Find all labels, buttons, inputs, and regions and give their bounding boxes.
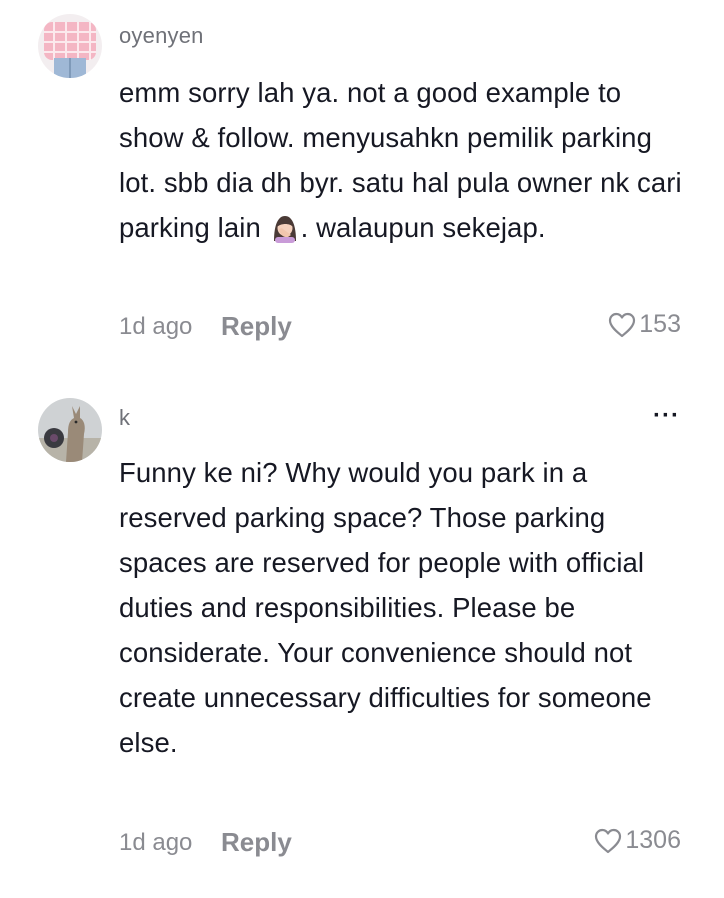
woman-facepalming-emoji (273, 216, 296, 243)
reply-button[interactable]: Reply (221, 827, 292, 858)
heart-outline-icon (595, 828, 622, 853)
timestamp: 1d ago (119, 313, 193, 340)
comment-text-part: . walaupun sekejap. (300, 212, 546, 243)
like-button[interactable]: 1306 (594, 826, 681, 855)
timestamp: 1d ago (119, 829, 193, 856)
like-button[interactable]: 153 (608, 310, 681, 339)
username[interactable]: k (119, 405, 130, 431)
avatar-image (38, 14, 102, 78)
username[interactable]: oyenyen (119, 23, 204, 49)
avatar-image (38, 398, 102, 462)
comment-text: Funny ke ni? Why would you park in a res… (119, 457, 652, 758)
avatar[interactable] (38, 398, 102, 462)
like-count: 153 (639, 310, 681, 338)
reply-button[interactable]: Reply (221, 311, 292, 342)
heart-outline-icon (609, 312, 636, 337)
comment-text: emm sorry lah ya. not a good example to … (119, 70, 689, 250)
like-count: 1306 (625, 826, 681, 854)
avatar[interactable] (38, 14, 102, 78)
comment-item: k ··· Funny ke ni? Why would you park in… (0, 380, 724, 898)
more-options-icon[interactable]: ··· (653, 402, 680, 430)
comment-item: oyenyen emm sorry lah ya. not a good exa… (0, 0, 724, 370)
